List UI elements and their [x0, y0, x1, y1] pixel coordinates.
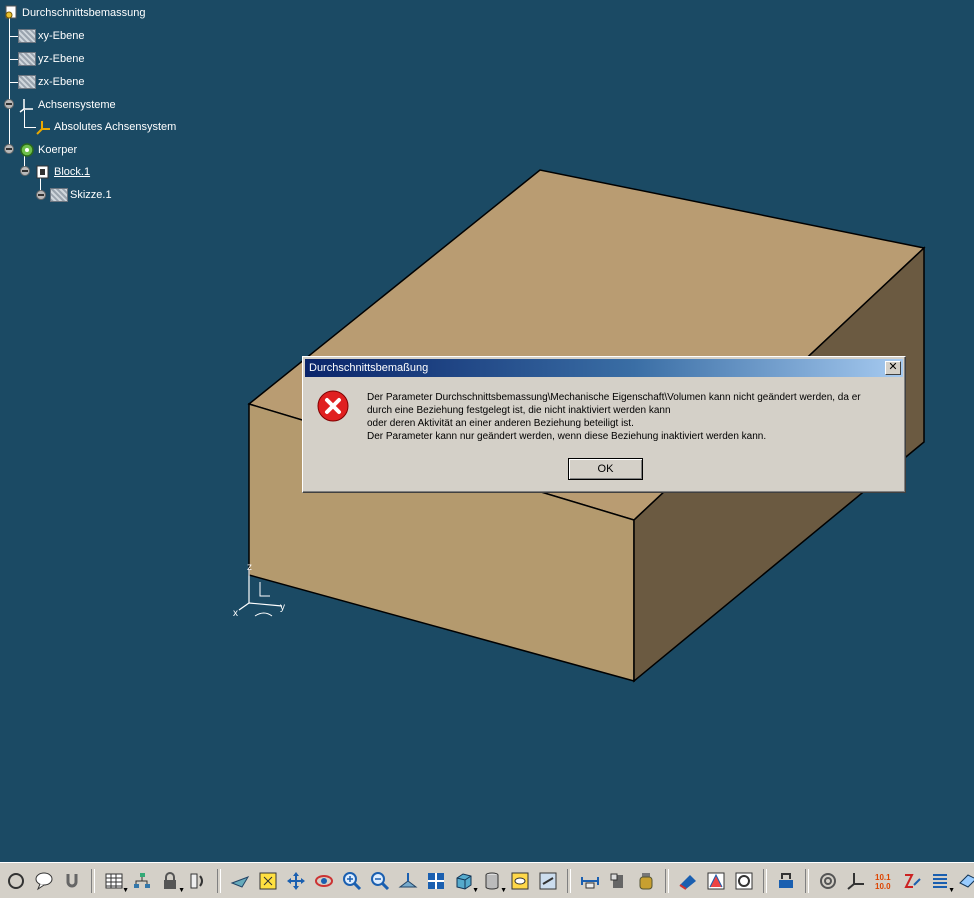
tree-item-label: zx-Ebene [38, 76, 85, 88]
toolbar-separator [217, 868, 221, 893]
gear-icon [18, 142, 36, 158]
axis-z-label: z [247, 562, 252, 573]
tree-item-yz-plane[interactable]: yz-Ebene [18, 51, 84, 67]
plane-icon[interactable] [957, 870, 974, 892]
swap-icon[interactable] [537, 870, 559, 892]
toolbar-separator [805, 868, 809, 893]
inertia-icon[interactable] [607, 870, 629, 892]
collapse-toggle[interactable] [4, 99, 14, 109]
ok-button[interactable]: OK [568, 458, 643, 480]
knowledge-icon[interactable] [705, 870, 727, 892]
tree-root-label: Durchschnittsbemassung [22, 7, 146, 19]
tree-item-label: Skizze.1 [70, 189, 112, 201]
error-dialog: Durchschnittsbemaßung ✕ Der Parameter Du… [302, 356, 906, 493]
axis-y-label: y [280, 602, 285, 613]
normal-view-icon[interactable] [397, 870, 419, 892]
axis-system-icon [18, 97, 36, 113]
lock-icon[interactable]: ▼ [159, 870, 185, 894]
tree-item-label: xy-Ebene [38, 30, 85, 42]
axis-system-icon[interactable] [845, 870, 867, 892]
expand-toggle[interactable] [36, 190, 46, 200]
dialog-message: Der Parameter Durchschnittsbemassung\Mec… [367, 391, 861, 443]
pad-icon [34, 164, 52, 180]
plane-icon [18, 52, 36, 66]
part-icon [2, 5, 20, 21]
bubble-icon[interactable] [33, 870, 55, 892]
table-icon[interactable]: ▼ [103, 870, 129, 894]
tree-item-label: Block.1 [54, 166, 91, 178]
plane-icon [18, 75, 36, 89]
rules-icon[interactable] [901, 870, 923, 892]
dialog-close-button[interactable]: ✕ [885, 361, 901, 375]
tree-item-body[interactable]: Koerper [18, 142, 77, 158]
material-icon[interactable] [635, 870, 657, 892]
rotate-icon[interactable] [313, 870, 335, 892]
axis-x-label: x [233, 608, 238, 619]
param-icon[interactable]: 10.1 10.0 [873, 870, 895, 892]
tree-root[interactable]: Durchschnittsbemassung [2, 5, 146, 21]
transform-icon[interactable] [775, 870, 797, 892]
message-line-4: Der Parameter kann nur geändert werden, … [367, 431, 767, 442]
measure-icon[interactable] [579, 870, 601, 892]
message-line-3: oder deren Aktivität an einer anderen Be… [367, 418, 634, 429]
hide-show-icon[interactable] [509, 870, 531, 892]
magnet-icon[interactable] [61, 870, 83, 892]
plane-icon [18, 29, 36, 43]
message-line-1: Der Parameter Durchschnittsbemassung\Mec… [367, 392, 861, 403]
svg-text:10.0: 10.0 [875, 882, 891, 891]
message-line-2: durch eine Beziehung festgelegt ist, die… [367, 405, 671, 416]
tree-item-axis-systems[interactable]: Achsensysteme [18, 97, 116, 113]
toolbar-separator [665, 868, 669, 893]
fit-all-icon[interactable] [257, 870, 279, 892]
tree-item-label: Achsensysteme [38, 99, 116, 111]
zoom-out-icon[interactable] [369, 870, 391, 892]
formula-icon[interactable] [733, 870, 755, 892]
tree-item-zx-plane[interactable]: zx-Ebene [18, 74, 84, 90]
iso-view-icon[interactable]: ▼ [453, 870, 479, 894]
tree-item-xy-plane[interactable]: xy-Ebene [18, 28, 84, 44]
tree-item-block[interactable]: Block.1 [34, 164, 90, 180]
error-icon [317, 390, 349, 422]
sketch-icon[interactable] [677, 870, 699, 892]
tree-item-label: Koerper [38, 144, 78, 156]
pan-icon[interactable] [285, 870, 307, 892]
dialog-title: Durchschnittsbemaßung [309, 362, 429, 374]
collapse-toggle[interactable] [20, 166, 30, 176]
bottom-toolbar: ▼ ▼ ▼ ▼ 10.1 10.0 ▼ [0, 862, 974, 898]
tree-line [9, 18, 10, 148]
zoom-in-icon[interactable] [341, 870, 363, 892]
toolbar-separator [567, 868, 571, 893]
toolbar-separator [91, 868, 95, 893]
collapse-toggle[interactable] [4, 144, 14, 154]
tree-item-label: Absolutes Achsensystem [54, 121, 177, 133]
snap-icon[interactable] [817, 870, 839, 892]
tree-item-label: yz-Ebene [38, 53, 85, 65]
specification-tree: Durchschnittsbemassung xy-Ebene yz-Ebene… [0, 0, 320, 210]
compass-axis-indicator: z y x [230, 560, 300, 620]
catalog-icon[interactable] [187, 870, 209, 892]
fly-icon[interactable] [229, 870, 251, 892]
toolbar-separator [763, 868, 767, 893]
3d-viewport[interactable]: Durchschnittsbemassung xy-Ebene yz-Ebene… [0, 0, 974, 862]
tree-icon[interactable] [131, 870, 153, 892]
render-style-icon[interactable]: ▼ [481, 870, 507, 894]
list-icon[interactable]: ▼ [929, 870, 955, 894]
sketch-icon [50, 188, 68, 202]
multi-view-icon[interactable] [425, 870, 447, 892]
tree-item-absolute-axis[interactable]: Absolutes Achsensystem [34, 119, 176, 135]
compass-icon[interactable] [5, 870, 27, 892]
axis-icon [34, 119, 52, 135]
tree-item-sketch[interactable]: Skizze.1 [50, 187, 112, 203]
svg-text:10.1: 10.1 [875, 873, 891, 882]
dialog-titlebar[interactable]: Durchschnittsbemaßung ✕ [305, 359, 903, 377]
